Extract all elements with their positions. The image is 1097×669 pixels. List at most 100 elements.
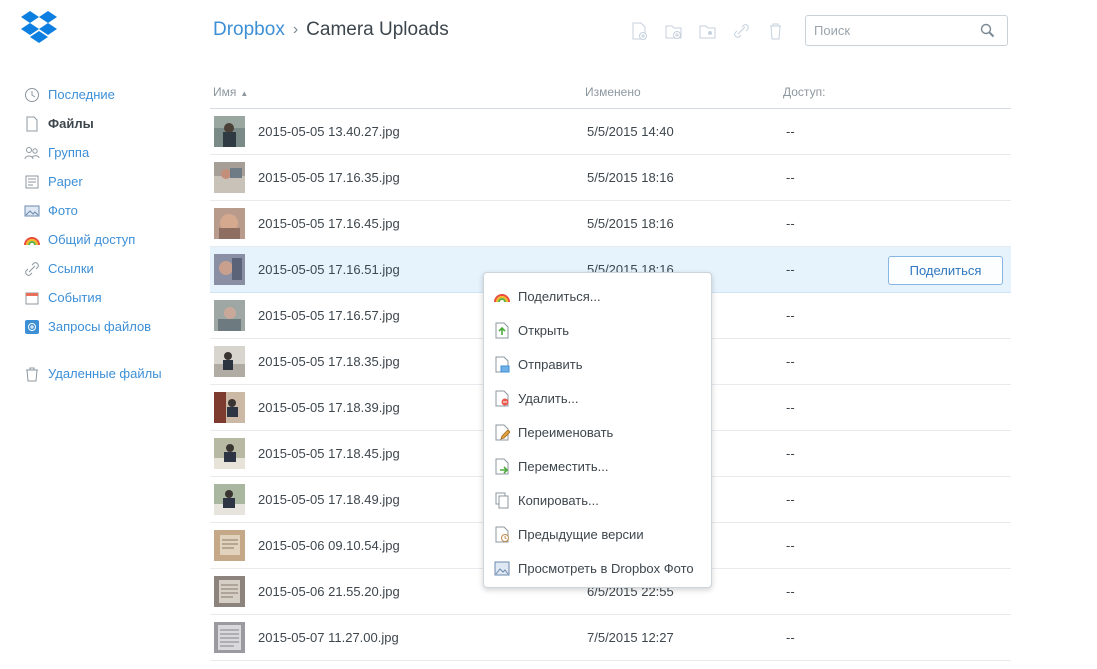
- table-row[interactable]: 2015-05-05 13.40.27.jpg 5/5/2015 14:40 -…: [210, 109, 1011, 155]
- file-access: --: [786, 170, 795, 185]
- sidebar-item-photos[interactable]: Фото: [24, 196, 162, 225]
- rename-file-icon: [494, 424, 511, 441]
- file-access: --: [786, 124, 795, 139]
- menu-item-label: Открыть: [518, 322, 570, 338]
- menu-item-label: Отправить: [518, 356, 583, 372]
- sort-ascending-icon: ▲: [240, 89, 249, 98]
- file-access: --: [786, 354, 795, 369]
- photo-icon: [494, 560, 510, 577]
- table-row[interactable]: 2015-05-05 17.16.35.jpg 5/5/2015 18:16 -…: [210, 155, 1011, 201]
- photo-thumbnail: [214, 530, 245, 561]
- menu-item-versions[interactable]: Предыдущие версии: [484, 517, 711, 551]
- file-name[interactable]: 2015-05-05 17.18.39.jpg: [258, 400, 400, 415]
- sidebar-item-label: Paper: [48, 174, 83, 189]
- sidebar-item-deleted[interactable]: Удаленные файлы: [24, 359, 162, 388]
- photo-thumbnail: [214, 116, 245, 147]
- new-file-icon[interactable]: [631, 22, 648, 40]
- menu-item-label: Копировать...: [518, 492, 599, 508]
- photo-thumbnail: [214, 576, 245, 607]
- group-icon: [24, 145, 40, 161]
- file-name[interactable]: 2015-05-05 17.18.49.jpg: [258, 492, 400, 507]
- menu-item-label: Просмотреть в Dropbox Фото: [518, 560, 694, 576]
- file-access: --: [786, 584, 795, 599]
- menu-item-send[interactable]: Отправить: [484, 347, 711, 381]
- menu-item-open[interactable]: Открыть: [484, 313, 711, 347]
- menu-item-copy[interactable]: Копировать...: [484, 483, 711, 517]
- sidebar-item-label: Последние: [48, 87, 115, 102]
- breadcrumb: Dropbox › Camera Uploads: [213, 19, 449, 41]
- file-name[interactable]: 2015-05-06 21.55.20.jpg: [258, 584, 400, 599]
- sidebar-item-recent[interactable]: Последние: [24, 80, 162, 109]
- menu-item-label: Переместить...: [518, 458, 609, 474]
- sidebar-item-group[interactable]: Группа: [24, 138, 162, 167]
- toolbar: [631, 22, 801, 40]
- delete-file-icon: [494, 390, 510, 407]
- breadcrumb-root-link[interactable]: Dropbox: [213, 19, 285, 41]
- file-access: --: [786, 492, 795, 507]
- sidebar-item-file-requests[interactable]: Запросы файлов: [24, 312, 162, 341]
- sidebar-item-label: Файлы: [48, 116, 94, 131]
- sidebar-item-label: События: [48, 290, 102, 305]
- menu-item-label: Переименовать: [518, 424, 614, 440]
- breadcrumb-separator: ›: [292, 21, 299, 38]
- sidebar-item-events[interactable]: События: [24, 283, 162, 312]
- menu-item-rename[interactable]: Переименовать: [484, 415, 711, 449]
- search-icon[interactable]: [980, 23, 995, 38]
- menu-item-delete[interactable]: Удалить...: [484, 381, 711, 415]
- file-request-icon: [24, 319, 40, 335]
- sidebar-item-sharing[interactable]: Общий доступ: [24, 225, 162, 254]
- photo-thumbnail: [214, 254, 245, 285]
- clock-icon: [24, 87, 40, 103]
- sidebar-item-paper[interactable]: Paper: [24, 167, 162, 196]
- shared-folder-icon[interactable]: [699, 22, 716, 40]
- search-box: [805, 15, 1008, 46]
- file-name[interactable]: 2015-05-05 17.16.35.jpg: [258, 170, 400, 185]
- file-modified: 5/5/2015 14:40: [587, 124, 674, 139]
- table-row[interactable]: 2015-05-05 17.16.45.jpg 5/5/2015 18:16 -…: [210, 201, 1011, 247]
- menu-item-share[interactable]: Поделиться...: [484, 279, 711, 313]
- file-name[interactable]: 2015-05-05 17.16.45.jpg: [258, 216, 400, 231]
- versions-file-icon: [494, 526, 510, 543]
- sidebar: Последние Файлы Группа Paper Фото Общий …: [24, 80, 162, 388]
- share-button[interactable]: Поделиться: [888, 256, 1003, 285]
- column-header-name[interactable]: Имя ▲: [213, 85, 248, 99]
- file-modified: 5/5/2015 18:16: [587, 216, 674, 231]
- photo-thumbnail: [214, 346, 245, 377]
- link-icon[interactable]: [733, 22, 750, 40]
- photo-thumbnail: [214, 438, 245, 469]
- sidebar-item-label: Ссылки: [48, 261, 94, 276]
- column-header-modified[interactable]: Изменено: [585, 85, 641, 99]
- file-modified: 5/5/2015 18:16: [587, 170, 674, 185]
- move-file-icon: [494, 458, 510, 475]
- list-header: Имя ▲ Изменено Доступ:: [210, 78, 1011, 109]
- file-icon: [24, 116, 40, 132]
- file-name[interactable]: 2015-05-07 11.27.00.jpg: [258, 630, 399, 645]
- table-row[interactable]: 2015-05-07 11.27.00.jpg 7/5/2015 12:27 -…: [210, 615, 1011, 661]
- search-input[interactable]: [806, 16, 966, 45]
- photo-thumbnail: [214, 208, 245, 239]
- copy-file-icon: [494, 492, 510, 509]
- dropbox-logo-icon[interactable]: [21, 10, 57, 44]
- column-header-access[interactable]: Доступ:: [783, 85, 825, 99]
- menu-item-move[interactable]: Переместить...: [484, 449, 711, 483]
- file-name[interactable]: 2015-05-05 13.40.27.jpg: [258, 124, 400, 139]
- file-name[interactable]: 2015-05-05 17.16.57.jpg: [258, 308, 400, 323]
- menu-item-view-in-photos[interactable]: Просмотреть в Dropbox Фото: [484, 551, 711, 585]
- send-file-icon: [494, 356, 510, 373]
- photo-thumbnail: [214, 484, 245, 515]
- file-access: --: [786, 308, 795, 323]
- file-name[interactable]: 2015-05-05 17.18.35.jpg: [258, 354, 400, 369]
- file-access: --: [786, 400, 795, 415]
- file-name[interactable]: 2015-05-05 17.16.51.jpg: [258, 262, 400, 277]
- file-access: --: [786, 262, 795, 277]
- sidebar-item-links[interactable]: Ссылки: [24, 254, 162, 283]
- new-folder-icon[interactable]: [665, 22, 682, 40]
- file-name[interactable]: 2015-05-06 09.10.54.jpg: [258, 538, 400, 553]
- sidebar-item-files[interactable]: Файлы: [24, 109, 162, 138]
- context-menu: Поделиться... Открыть Отправить Удалить.…: [483, 272, 712, 588]
- page-title: Camera Uploads: [306, 19, 449, 40]
- file-name[interactable]: 2015-05-05 17.18.45.jpg: [258, 446, 400, 461]
- trash-icon[interactable]: [767, 22, 784, 40]
- menu-item-label: Предыдущие версии: [518, 526, 644, 542]
